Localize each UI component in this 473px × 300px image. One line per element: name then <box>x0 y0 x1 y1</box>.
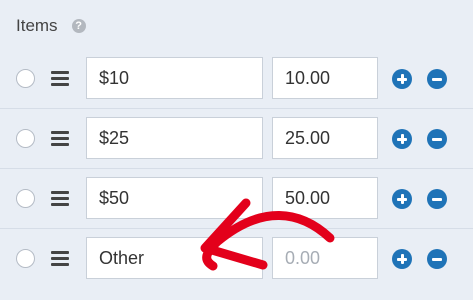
row-divider <box>0 228 473 229</box>
plus-circle-icon[interactable] <box>392 189 412 209</box>
minus-circle-icon[interactable] <box>427 129 447 149</box>
item-row: Other 0.00 <box>0 228 473 288</box>
drag-handle-icon[interactable] <box>51 251 69 266</box>
minus-circle-icon[interactable] <box>427 69 447 89</box>
item-label-input[interactable]: $50 <box>86 177 263 219</box>
radio-circle-icon[interactable] <box>16 189 35 208</box>
minus-circle-icon[interactable] <box>427 249 447 269</box>
plus-circle-icon[interactable] <box>392 129 412 149</box>
item-label-input[interactable]: $10 <box>86 57 263 99</box>
item-value-input[interactable]: 25.00 <box>272 117 378 159</box>
drag-handle-icon[interactable] <box>51 71 69 86</box>
item-label-input[interactable]: Other <box>86 237 263 279</box>
row-divider <box>0 108 473 109</box>
items-title: Items <box>16 16 58 35</box>
radio-circle-icon[interactable] <box>16 129 35 148</box>
item-value-input[interactable]: 10.00 <box>272 57 378 99</box>
help-icon[interactable]: ? <box>71 19 86 33</box>
item-row: $25 25.00 <box>0 108 473 168</box>
radio-circle-icon[interactable] <box>16 69 35 88</box>
drag-handle-icon[interactable] <box>51 131 69 146</box>
minus-circle-icon[interactable] <box>427 189 447 209</box>
item-row: $50 50.00 <box>0 168 473 228</box>
items-header: Items ? <box>16 14 86 38</box>
item-label-input[interactable]: $25 <box>86 117 263 159</box>
plus-circle-icon[interactable] <box>392 69 412 89</box>
item-row: $10 10.00 <box>0 48 473 108</box>
radio-circle-icon[interactable] <box>16 249 35 268</box>
drag-handle-icon[interactable] <box>51 191 69 206</box>
row-divider <box>0 168 473 169</box>
item-value-input[interactable]: 50.00 <box>272 177 378 219</box>
item-value-input[interactable]: 0.00 <box>272 237 378 279</box>
plus-circle-icon[interactable] <box>392 249 412 269</box>
